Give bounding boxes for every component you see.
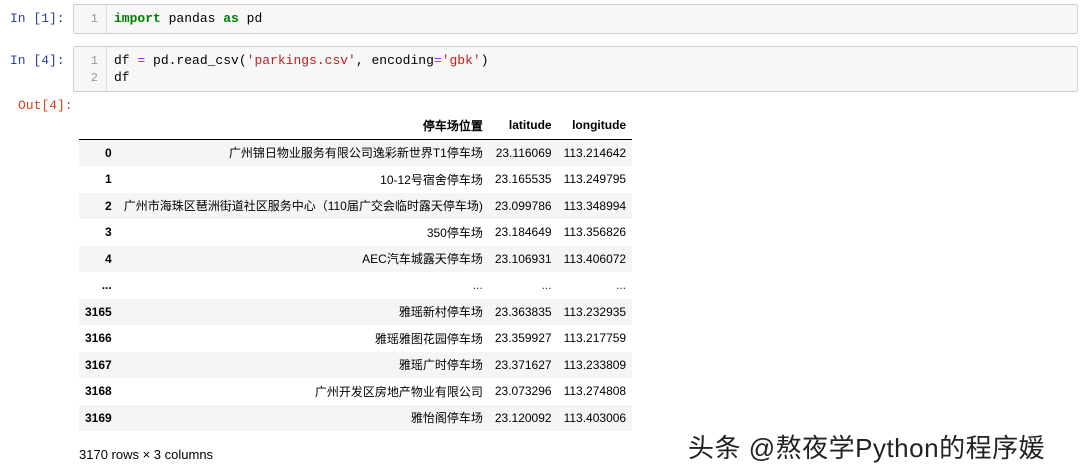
- table-cell: 113.249795: [563, 172, 627, 187]
- table-cell: 广州锦日物业服务有限公司逸彩新世界T1停车场: [228, 146, 483, 161]
- table-cell: 113.403006: [563, 410, 627, 425]
- table-row: 2 广州市海珠区琶洲街道社区服务中心（110届广交会临时露天停车场) 23.0997…: [79, 192, 633, 219]
- code-text: pandas: [160, 11, 224, 26]
- row-index: 3168: [85, 384, 112, 399]
- row-index: 3169: [85, 410, 112, 425]
- code-editor[interactable]: 1 df = pd.read_csv('parkings.csv', encod…: [73, 46, 1078, 92]
- table-cell: 113.217759: [563, 331, 627, 346]
- table-cell: 23.371627: [494, 357, 552, 372]
- table-cell: 雅瑶广时停车场: [398, 358, 483, 373]
- table-cell: 广州市海珠区琶洲街道社区服务中心（110届广交会临时露天停车场): [123, 199, 483, 214]
- row-index: 4: [105, 251, 112, 266]
- table-header-row: 停车场位置 latitude longitude: [79, 112, 633, 140]
- code-string: 'gbk': [441, 53, 481, 68]
- table-cell: 雅瑶新村停车场: [398, 305, 483, 320]
- input-prompt: In [1]:: [10, 11, 65, 26]
- input-prompt: In [4]:: [10, 53, 65, 68]
- table-cell: AEC汽车城露天停车场: [362, 252, 483, 267]
- watermark: 头条 @熬夜学Python的程序媛: [688, 433, 1046, 463]
- code-keyword: import: [114, 11, 161, 26]
- column-header: latitude: [488, 112, 558, 140]
- code-string: 'parkings.csv': [246, 53, 356, 68]
- table-cell: ...: [541, 278, 552, 293]
- code-editor[interactable]: 1 import pandas as pd: [73, 4, 1078, 34]
- column-header: 停车场位置: [117, 112, 489, 140]
- code-line[interactable]: df: [114, 70, 130, 85]
- row-index: 3166: [85, 331, 112, 346]
- table-cell: 广州开发区房地产物业有限公司: [314, 384, 483, 399]
- table-cell: 23.165535: [494, 172, 552, 187]
- table-cell: 雅瑶雅图花园停车场: [374, 331, 483, 346]
- table-row: 3165 雅瑶新村停车场 23.363835 113.232935: [79, 298, 633, 325]
- table-cell: 350停车场: [426, 225, 483, 240]
- table-row: 3169 雅怡阁停车场 23.120092 113.403006: [79, 404, 633, 431]
- table-cell: ...: [616, 278, 627, 293]
- code-text: ): [480, 53, 489, 68]
- table-row: 1 10-12号宿舍停车场 23.165535 113.249795: [79, 166, 632, 193]
- row-index: ...: [101, 278, 112, 293]
- table-row: 3 350停车场 23.184649 113.356826: [79, 219, 632, 246]
- row-index: 3: [105, 225, 112, 240]
- table-cell: 雅怡阁停车场: [410, 411, 483, 426]
- column-header: longitude: [557, 112, 633, 140]
- code-text: df: [114, 53, 138, 68]
- code-cell-4[interactable]: In [4]: 1 df = pd.read_csv('parkings.csv…: [0, 46, 1080, 92]
- table-row: 3166 雅瑶雅图花园停车场 23.359927 113.217759: [79, 325, 632, 352]
- table-row: 3168 广州开发区房地产物业有限公司 23.073296 113.274808: [79, 378, 632, 405]
- code-text: , encoding: [355, 53, 434, 68]
- code-text: pd: [238, 11, 263, 26]
- code-text: df: [114, 70, 130, 85]
- row-index: 2: [105, 198, 112, 213]
- table-row: ............: [79, 272, 632, 299]
- table-cell: 23.184649: [494, 225, 552, 240]
- table-cell: 23.359927: [494, 331, 552, 346]
- index-header: [79, 112, 118, 140]
- table-cell: 113.232935: [563, 304, 627, 319]
- table-cell: 23.363835: [494, 304, 552, 319]
- table-cell: 113.214642: [563, 145, 627, 160]
- code-cell-1[interactable]: In [1]: 1 import pandas as pd: [0, 4, 1080, 34]
- dataframe-shape: 3170 rows × 3 columns: [79, 447, 214, 462]
- table-cell: 23.073296: [494, 384, 552, 399]
- table-cell: 113.233809: [563, 357, 627, 372]
- table-cell: 113.356826: [563, 225, 627, 240]
- row-index: 1: [105, 172, 112, 187]
- table-cell: 23.106931: [494, 251, 552, 266]
- table-cell: 23.120092: [494, 410, 552, 425]
- table-cell: 113.348994: [563, 198, 627, 213]
- line-number: 1: [90, 54, 98, 68]
- table-cell: 113.406072: [563, 251, 627, 266]
- output-prompt: Out[4]:: [18, 98, 73, 113]
- table-cell: ...: [472, 278, 483, 293]
- table-cell: 23.099786: [494, 198, 552, 213]
- row-index: 0: [105, 145, 112, 160]
- row-index: 3167: [85, 357, 112, 372]
- code-text: pd.read_csv(: [145, 53, 247, 68]
- code-line[interactable]: df = pd.read_csv('parkings.csv', encodin…: [114, 53, 489, 68]
- table-row: 3167 雅瑶广时停车场 23.371627 113.233809: [79, 351, 633, 378]
- table-cell: 10-12号宿舍停车场: [380, 172, 483, 187]
- table-cell: 23.116069: [495, 145, 552, 160]
- row-index: 3165: [85, 304, 112, 319]
- code-keyword: as: [223, 11, 239, 26]
- dataframe-table: 停车场位置 latitude longitude 0 广州锦日物业服务有限公司逸彩…: [79, 112, 633, 431]
- line-number: 1: [90, 12, 98, 26]
- table-row: 4 AEC汽车城露天停车场 23.106931 113.406072: [79, 245, 633, 272]
- table-row: 0 广州锦日物业服务有限公司逸彩新世界T1停车场 23.116069 113.2146…: [79, 139, 633, 166]
- code-line[interactable]: import pandas as pd: [114, 11, 262, 26]
- line-number: 2: [90, 71, 98, 85]
- table-cell: 113.274808: [563, 384, 627, 399]
- code-operator: =: [433, 53, 442, 68]
